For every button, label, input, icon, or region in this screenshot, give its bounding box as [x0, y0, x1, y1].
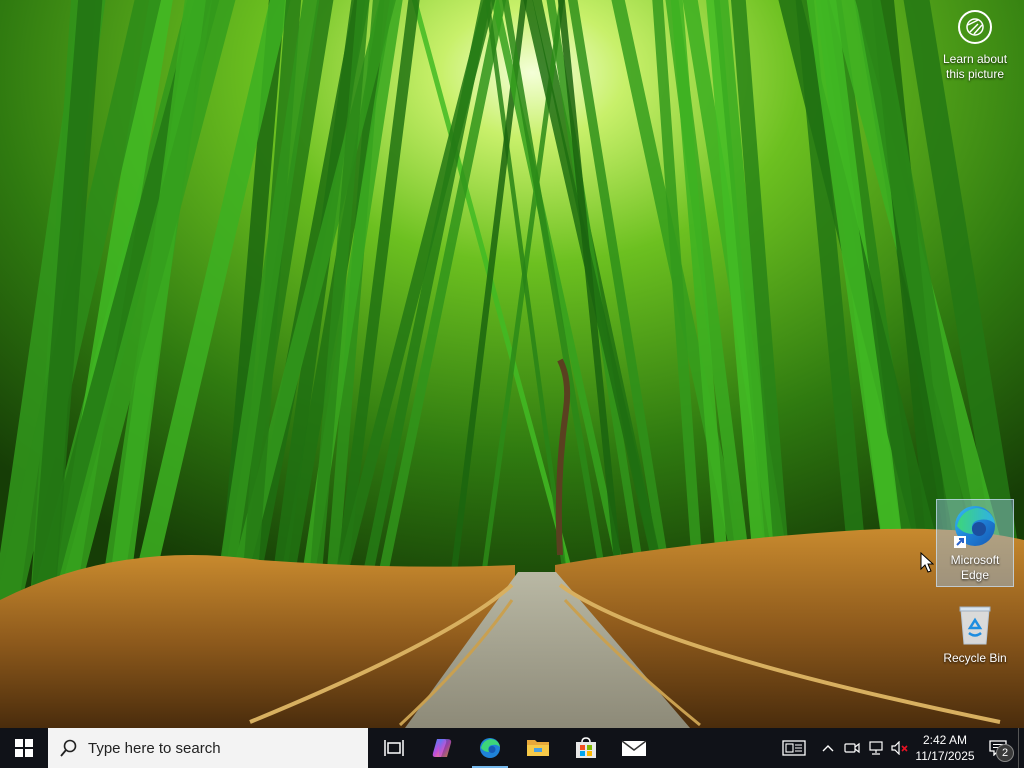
- clock-time: 2:42 AM: [922, 733, 968, 747]
- network-icon: [869, 741, 883, 755]
- start-button[interactable]: [0, 728, 48, 768]
- network-button[interactable]: [864, 728, 888, 768]
- meet-now-button[interactable]: [840, 728, 864, 768]
- news-and-interests-button[interactable]: [772, 728, 816, 768]
- system-tray: 2:42 AM 11/17/2025 2: [772, 728, 1024, 768]
- store-icon: [576, 737, 596, 758]
- notification-count-badge: 2: [996, 744, 1014, 762]
- desktop-icon-label: Microsoft Edge: [950, 553, 1000, 582]
- action-center-button[interactable]: 2: [978, 728, 1018, 768]
- volume-button[interactable]: [888, 728, 912, 768]
- taskbar-search-box[interactable]: Type here to search: [48, 728, 368, 768]
- taskbar-app-file-explorer[interactable]: [514, 728, 562, 768]
- volume-muted-icon: [891, 741, 908, 755]
- show-desktop-button[interactable]: [1018, 728, 1024, 768]
- recycle-bin-icon: [951, 600, 999, 648]
- desktop[interactable]: Learn about this picture Microsoft Edge …: [0, 0, 1024, 728]
- task-view-icon: [384, 740, 404, 756]
- taskbar: Type here to search 2:42 AM 11/17/2025 2: [0, 728, 1024, 768]
- learn-about-picture-button[interactable]: Learn about this picture: [940, 10, 1010, 94]
- taskbar-app-microsoft-store[interactable]: [562, 728, 610, 768]
- copilot-icon: [432, 739, 452, 757]
- learn-about-picture-label: Learn about this picture: [942, 52, 1008, 81]
- taskbar-clock[interactable]: 2:42 AM 11/17/2025: [912, 728, 978, 768]
- taskbar-app-edge[interactable]: [466, 728, 514, 768]
- mouse-cursor-icon: [920, 552, 934, 573]
- search-icon: [60, 739, 77, 757]
- clock-date: 11/17/2025: [915, 749, 975, 763]
- edge-icon: [951, 502, 999, 550]
- taskbar-app-copilot[interactable]: [418, 728, 466, 768]
- task-view-button[interactable]: [370, 728, 418, 768]
- mail-icon: [621, 740, 647, 756]
- desktop-icon-microsoft-edge[interactable]: Microsoft Edge: [936, 499, 1014, 587]
- show-hidden-icons-button[interactable]: [816, 728, 840, 768]
- desktop-icon-recycle-bin[interactable]: Recycle Bin: [937, 598, 1013, 669]
- windows-logo-icon: [15, 739, 33, 757]
- search-placeholder: Type here to search: [88, 739, 221, 757]
- wallpaper-bamboo-forest: [0, 0, 1024, 728]
- desktop-icon-label: Recycle Bin: [943, 651, 1007, 665]
- camera-aperture-icon: [958, 10, 992, 44]
- meet-now-icon: [844, 742, 860, 754]
- chevron-up-icon: [822, 745, 834, 752]
- edge-icon: [480, 738, 500, 758]
- folder-icon: [527, 740, 549, 756]
- taskbar-app-mail[interactable]: [610, 728, 658, 768]
- news-icon: [782, 740, 806, 756]
